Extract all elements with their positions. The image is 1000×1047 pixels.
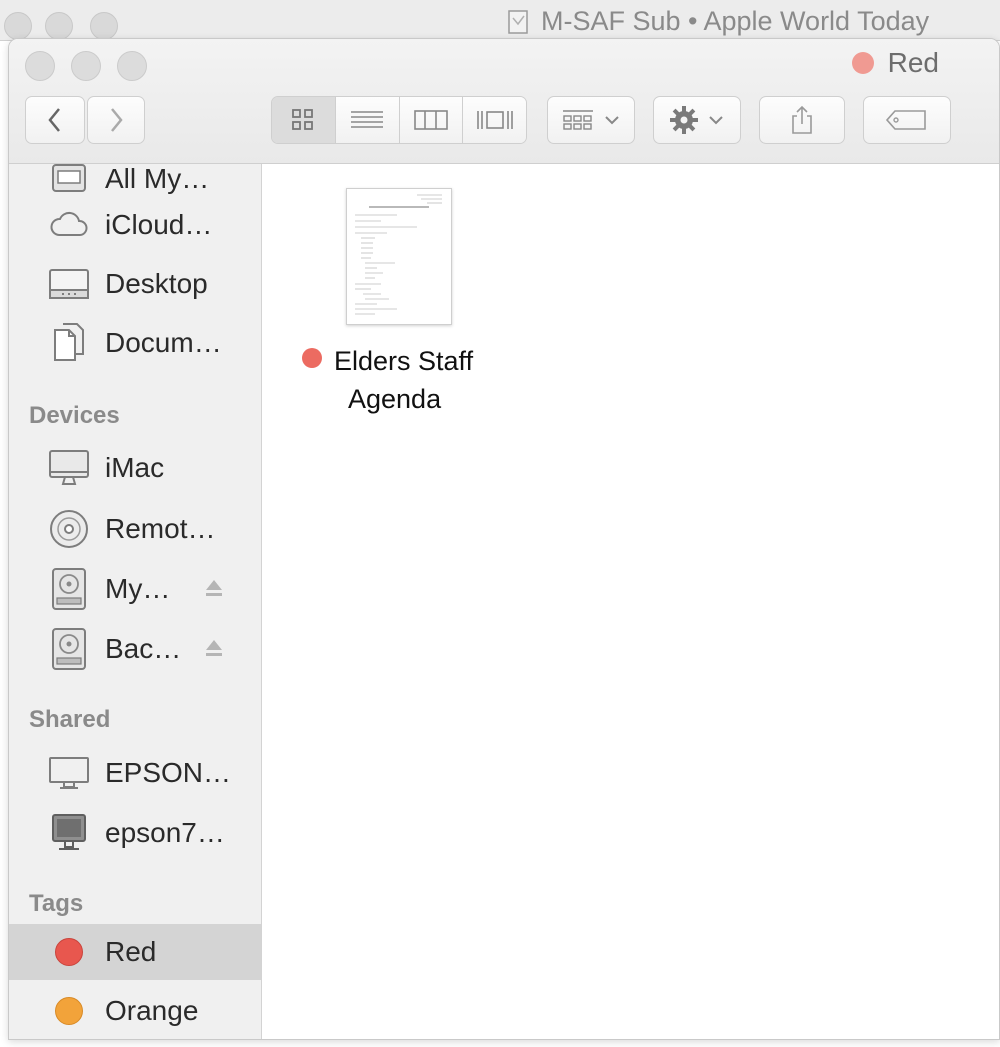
file-browser-content: Elders Staff Agenda bbox=[262, 164, 999, 1039]
cover-flow-icon bbox=[476, 111, 513, 129]
arrange-button[interactable] bbox=[547, 96, 635, 144]
document-proxy-icon bbox=[508, 9, 528, 34]
window-title-text: Red bbox=[887, 47, 939, 78]
icon-view-button[interactable] bbox=[272, 97, 336, 143]
list-view-icon bbox=[351, 111, 384, 128]
sidebar-item-label: Bac… bbox=[105, 633, 182, 664]
chevron-left-icon bbox=[48, 108, 60, 132]
minimize-button[interactable] bbox=[71, 51, 101, 81]
sidebar-item-epson-2[interactable]: epson7… bbox=[9, 804, 261, 862]
document-preview-icon bbox=[355, 194, 442, 315]
forward-button[interactable] bbox=[87, 96, 145, 144]
hard-drive-icon bbox=[47, 627, 91, 671]
action-button[interactable] bbox=[653, 96, 741, 144]
arrange-grid-icon bbox=[563, 110, 593, 130]
cover-flow-button[interactable] bbox=[463, 97, 526, 143]
sidebar-item-label: iMac bbox=[105, 452, 165, 483]
background-window: M-SAF Sub • Apple World Today bbox=[0, 0, 1000, 41]
sidebar-item-tag-orange[interactable]: Orange bbox=[9, 982, 261, 1039]
documents-icon bbox=[47, 321, 91, 365]
section-header-tags: Tags bbox=[29, 890, 84, 917]
bg-window-title: M-SAF Sub • Apple World Today bbox=[505, 6, 929, 37]
file-name-label[interactable]: Elders Staff Agenda bbox=[302, 342, 522, 418]
sidebar-item-tag-red[interactable]: Red bbox=[9, 924, 261, 980]
red-tag-icon bbox=[302, 348, 322, 368]
bg-zoom-button[interactable] bbox=[90, 12, 118, 40]
sidebar-item-icloud[interactable]: iCloud… bbox=[9, 196, 261, 254]
display-icon bbox=[47, 751, 91, 795]
cloud-icon bbox=[47, 203, 91, 247]
chevron-right-icon bbox=[111, 108, 123, 132]
hard-drive-icon bbox=[47, 567, 91, 611]
sidebar-item-epson-1[interactable]: EPSON… bbox=[9, 744, 261, 802]
display-icon bbox=[47, 811, 91, 855]
sidebar-item-label: Red bbox=[105, 936, 157, 967]
file-name-line-1: Elders Staff bbox=[334, 346, 474, 376]
bg-window-title-text: M-SAF Sub • Apple World Today bbox=[541, 6, 930, 36]
column-view-icon bbox=[414, 110, 448, 130]
list-view-button[interactable] bbox=[335, 97, 400, 143]
close-button[interactable] bbox=[25, 51, 55, 81]
section-header-shared: Shared bbox=[29, 706, 111, 733]
share-icon bbox=[792, 105, 812, 134]
red-tag-icon bbox=[47, 930, 91, 974]
zoom-button[interactable] bbox=[117, 51, 147, 81]
red-tag-icon bbox=[851, 52, 874, 74]
share-button[interactable] bbox=[759, 96, 845, 144]
sidebar-item-remote-disc[interactable]: Remot… bbox=[9, 500, 261, 558]
sidebar-item-desktop[interactable]: Desktop bbox=[9, 255, 261, 313]
icon-view-icon bbox=[292, 109, 314, 130]
sidebar-item-imac[interactable]: iMac bbox=[9, 439, 261, 497]
finder-window: Red All My… iCloud… Desktop Docum… Devic… bbox=[8, 38, 1000, 1040]
sidebar-item-label: iCloud… bbox=[105, 209, 213, 240]
toolbar: Red bbox=[9, 39, 999, 164]
sidebar-item-documents[interactable]: Docum… bbox=[9, 314, 261, 372]
back-button[interactable] bbox=[25, 96, 85, 144]
column-view-button[interactable] bbox=[399, 97, 464, 143]
file-name-line-2: Agenda bbox=[348, 384, 442, 414]
sidebar-item-label: Desktop bbox=[105, 268, 208, 299]
disc-icon bbox=[47, 507, 91, 551]
sidebar-item-label: My… bbox=[105, 573, 171, 604]
sidebar-item-backup-drive[interactable]: Bac… bbox=[9, 620, 261, 678]
gear-icon bbox=[670, 106, 698, 134]
orange-tag-icon bbox=[47, 989, 91, 1033]
sidebar-item-label: All My… bbox=[105, 163, 210, 194]
desktop-icon bbox=[47, 262, 91, 306]
bg-minimize-button[interactable] bbox=[45, 12, 73, 40]
imac-icon bbox=[47, 446, 91, 490]
sidebar-item-label: EPSON… bbox=[105, 757, 232, 788]
file-thumbnail[interactable] bbox=[346, 188, 452, 325]
sidebar-item-label: Docum… bbox=[105, 327, 222, 358]
sidebar-item-label: Remot… bbox=[105, 513, 216, 544]
all-files-icon bbox=[47, 157, 91, 201]
bg-close-button[interactable] bbox=[4, 12, 32, 40]
tag-icon bbox=[885, 110, 926, 130]
chevron-down-icon bbox=[709, 116, 723, 125]
sidebar: All My… iCloud… Desktop Docum… Devices i… bbox=[9, 163, 262, 1039]
tag-button[interactable] bbox=[863, 96, 951, 144]
eject-icon[interactable] bbox=[204, 637, 224, 659]
section-header-devices: Devices bbox=[29, 402, 120, 429]
sidebar-item-label: Orange bbox=[105, 995, 199, 1026]
sidebar-item-my-drive[interactable]: My… bbox=[9, 560, 261, 618]
window-title: Red bbox=[851, 47, 939, 79]
sidebar-item-label: epson7… bbox=[105, 817, 225, 848]
eject-icon[interactable] bbox=[204, 577, 224, 599]
chevron-down-icon bbox=[605, 116, 619, 125]
view-mode-control bbox=[271, 96, 527, 144]
